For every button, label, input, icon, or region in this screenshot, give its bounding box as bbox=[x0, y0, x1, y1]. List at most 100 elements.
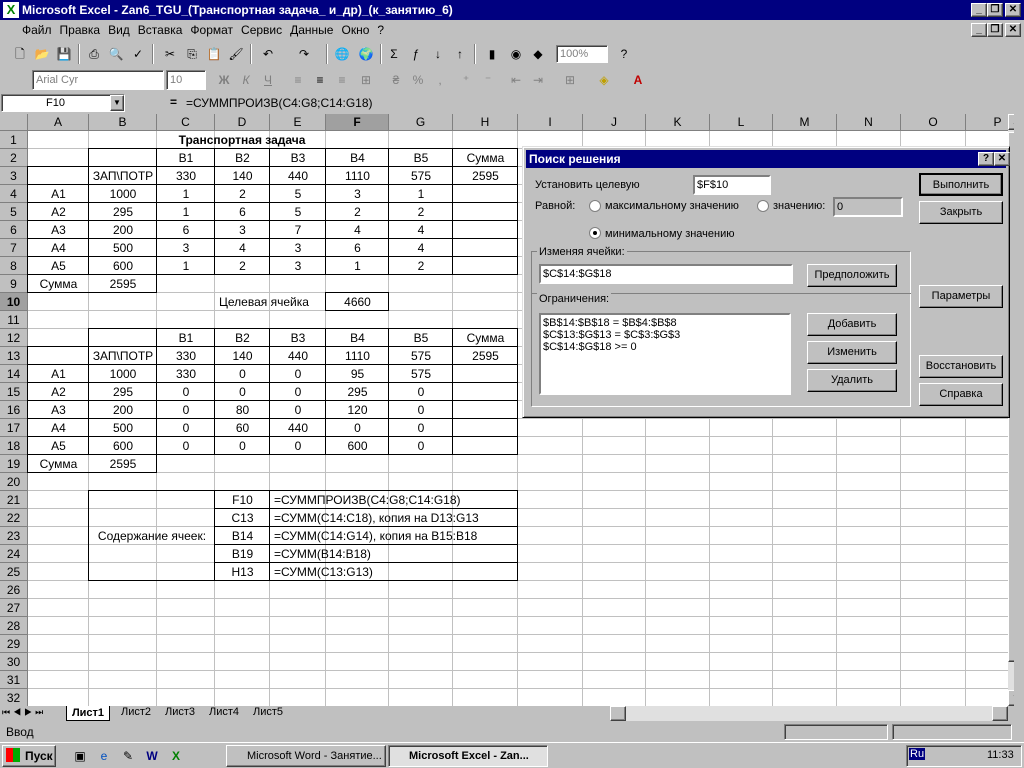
value-field[interactable]: 0 bbox=[833, 197, 903, 217]
map-icon[interactable]: ◉ bbox=[506, 45, 526, 63]
cell[interactable]: B2 bbox=[215, 149, 270, 167]
copy-icon[interactable]: ⎘ bbox=[182, 45, 202, 63]
cell[interactable]: B1 bbox=[157, 329, 215, 347]
menu-format[interactable]: Формат bbox=[186, 20, 237, 40]
cell[interactable]: 0 bbox=[215, 383, 270, 401]
cell[interactable]: Сумма bbox=[453, 329, 518, 347]
menu-file[interactable]: Файл bbox=[0, 20, 56, 40]
font-size-select[interactable]: 10 bbox=[166, 70, 206, 90]
cell[interactable]: 1 bbox=[157, 185, 215, 203]
cell[interactable]: 440 bbox=[270, 167, 326, 185]
decrease-indent-icon[interactable]: ⇤ bbox=[506, 71, 526, 89]
name-box[interactable]: F10 bbox=[1, 94, 125, 112]
tab-sheet4[interactable]: Лист4 bbox=[202, 706, 246, 720]
cell[interactable]: 0 bbox=[157, 401, 215, 419]
cell[interactable]: 3 bbox=[270, 257, 326, 275]
cell[interactable]: 0 bbox=[270, 401, 326, 419]
increase-indent-icon[interactable]: ⇥ bbox=[528, 71, 548, 89]
ie-icon[interactable]: e bbox=[94, 747, 114, 765]
tab-nav-icons[interactable]: ⏮◀▶⏭ bbox=[2, 707, 46, 718]
cell[interactable]: 200 bbox=[89, 401, 157, 419]
excel-app-icon[interactable]: X bbox=[3, 2, 19, 18]
cell[interactable]: 7 bbox=[270, 221, 326, 239]
cell[interactable]: 330 bbox=[157, 365, 215, 383]
cell[interactable]: B3 bbox=[270, 329, 326, 347]
menu-view[interactable]: Вид bbox=[104, 20, 134, 40]
cell[interactable]: 2595 bbox=[453, 347, 518, 365]
formula-text[interactable]: =СУММ(C14:G14), копия на B15:B18 bbox=[274, 527, 514, 545]
cell[interactable]: 1000 bbox=[89, 185, 157, 203]
cell[interactable]: B5 bbox=[389, 149, 453, 167]
tab-sheet3[interactable]: Лист3 bbox=[158, 706, 202, 720]
preview-icon[interactable]: 🔍 bbox=[106, 45, 126, 63]
cell[interactable]: 6 bbox=[326, 239, 389, 257]
sort-asc-icon[interactable]: ↓ bbox=[428, 45, 448, 63]
language-indicator[interactable]: Ru bbox=[909, 748, 926, 760]
cell[interactable]: 0 bbox=[215, 437, 270, 455]
cell[interactable]: 2 bbox=[389, 257, 453, 275]
cell[interactable]: B3 bbox=[270, 149, 326, 167]
cell[interactable]: 140 bbox=[215, 347, 270, 365]
delete-constraint-button[interactable]: Удалить bbox=[807, 369, 897, 392]
cell[interactable]: 3 bbox=[215, 221, 270, 239]
cell[interactable]: B5 bbox=[389, 329, 453, 347]
cell[interactable]: 1 bbox=[157, 203, 215, 221]
align-left-icon[interactable]: ≡ bbox=[288, 71, 308, 89]
bold-icon[interactable]: Ж bbox=[214, 71, 234, 89]
web-toolbar-icon[interactable]: 🌍 bbox=[356, 45, 376, 63]
cell[interactable]: 2595 bbox=[453, 167, 518, 185]
cell[interactable]: A5 bbox=[28, 437, 89, 455]
cell[interactable]: 295 bbox=[89, 203, 157, 221]
cell[interactable]: A1 bbox=[28, 365, 89, 383]
cell[interactable]: 3 bbox=[157, 239, 215, 257]
cell[interactable]: A3 bbox=[28, 401, 89, 419]
cell[interactable]: 4 bbox=[215, 239, 270, 257]
cell[interactable]: 0 bbox=[270, 437, 326, 455]
tab-sheet2[interactable]: Лист2 bbox=[114, 706, 158, 720]
format-painter-icon[interactable]: 🖌 bbox=[226, 45, 246, 63]
restore-button[interactable]: ❐ bbox=[987, 3, 1003, 17]
underline-icon[interactable]: Ч bbox=[258, 71, 278, 89]
cell[interactable]: 2595 bbox=[89, 455, 157, 473]
spelling-icon[interactable]: ✓ bbox=[128, 45, 148, 63]
notepad-icon[interactable]: ✎ bbox=[118, 747, 138, 765]
cell[interactable]: 200 bbox=[89, 221, 157, 239]
cell[interactable]: 2 bbox=[215, 185, 270, 203]
close-button[interactable]: ✕ bbox=[1005, 3, 1021, 17]
cell[interactable]: 0 bbox=[389, 383, 453, 401]
task-word[interactable]: Microsoft Word - Занятие... bbox=[226, 745, 386, 767]
cell[interactable]: 4 bbox=[389, 221, 453, 239]
reset-all-button[interactable]: Восстановить bbox=[919, 355, 1003, 378]
cell[interactable]: B2 bbox=[215, 329, 270, 347]
cell[interactable]: 0 bbox=[157, 383, 215, 401]
cell[interactable]: 1110 bbox=[326, 167, 389, 185]
menu-data[interactable]: Данные bbox=[286, 20, 337, 40]
office-assistant-icon[interactable]: ? bbox=[614, 45, 634, 63]
cell[interactable]: ЗАП\ПОТР bbox=[89, 347, 157, 365]
help-icon[interactable]: ? bbox=[978, 152, 994, 166]
add-constraint-button[interactable]: Добавить bbox=[807, 313, 897, 336]
borders-icon[interactable]: ⊞ bbox=[560, 71, 580, 89]
cell[interactable]: 140 bbox=[215, 167, 270, 185]
changing-cells-field[interactable]: $C$14:$G$18 bbox=[539, 264, 793, 284]
cell[interactable]: 4660 bbox=[326, 293, 389, 311]
cell[interactable]: 2595 bbox=[89, 275, 157, 293]
chart-wizard-icon[interactable]: ▮ bbox=[482, 45, 502, 63]
cell[interactable]: B1 bbox=[157, 149, 215, 167]
cell[interactable]: Сумма bbox=[28, 275, 89, 293]
cell[interactable]: 1110 bbox=[326, 347, 389, 365]
new-icon[interactable]: 🗋 bbox=[10, 45, 30, 63]
cell[interactable]: H13 bbox=[215, 563, 270, 581]
formula-text[interactable]: =СУММ(C14:C18), копия на D13:G13 bbox=[274, 509, 514, 527]
cell[interactable]: 6 bbox=[215, 203, 270, 221]
cell[interactable]: ЗАП\ПОТР bbox=[89, 167, 157, 185]
doc-close-button[interactable]: ✕ bbox=[1005, 23, 1021, 37]
decrease-decimal-icon[interactable]: ⁻ bbox=[478, 71, 498, 89]
cell[interactable]: 80 bbox=[215, 401, 270, 419]
zoom-select[interactable]: 100% bbox=[556, 45, 608, 63]
cell[interactable]: 120 bbox=[326, 401, 389, 419]
italic-icon[interactable]: К bbox=[236, 71, 256, 89]
run-button[interactable]: Выполнить bbox=[919, 173, 1003, 196]
cell[interactable]: 0 bbox=[157, 437, 215, 455]
cell[interactable]: 295 bbox=[89, 383, 157, 401]
